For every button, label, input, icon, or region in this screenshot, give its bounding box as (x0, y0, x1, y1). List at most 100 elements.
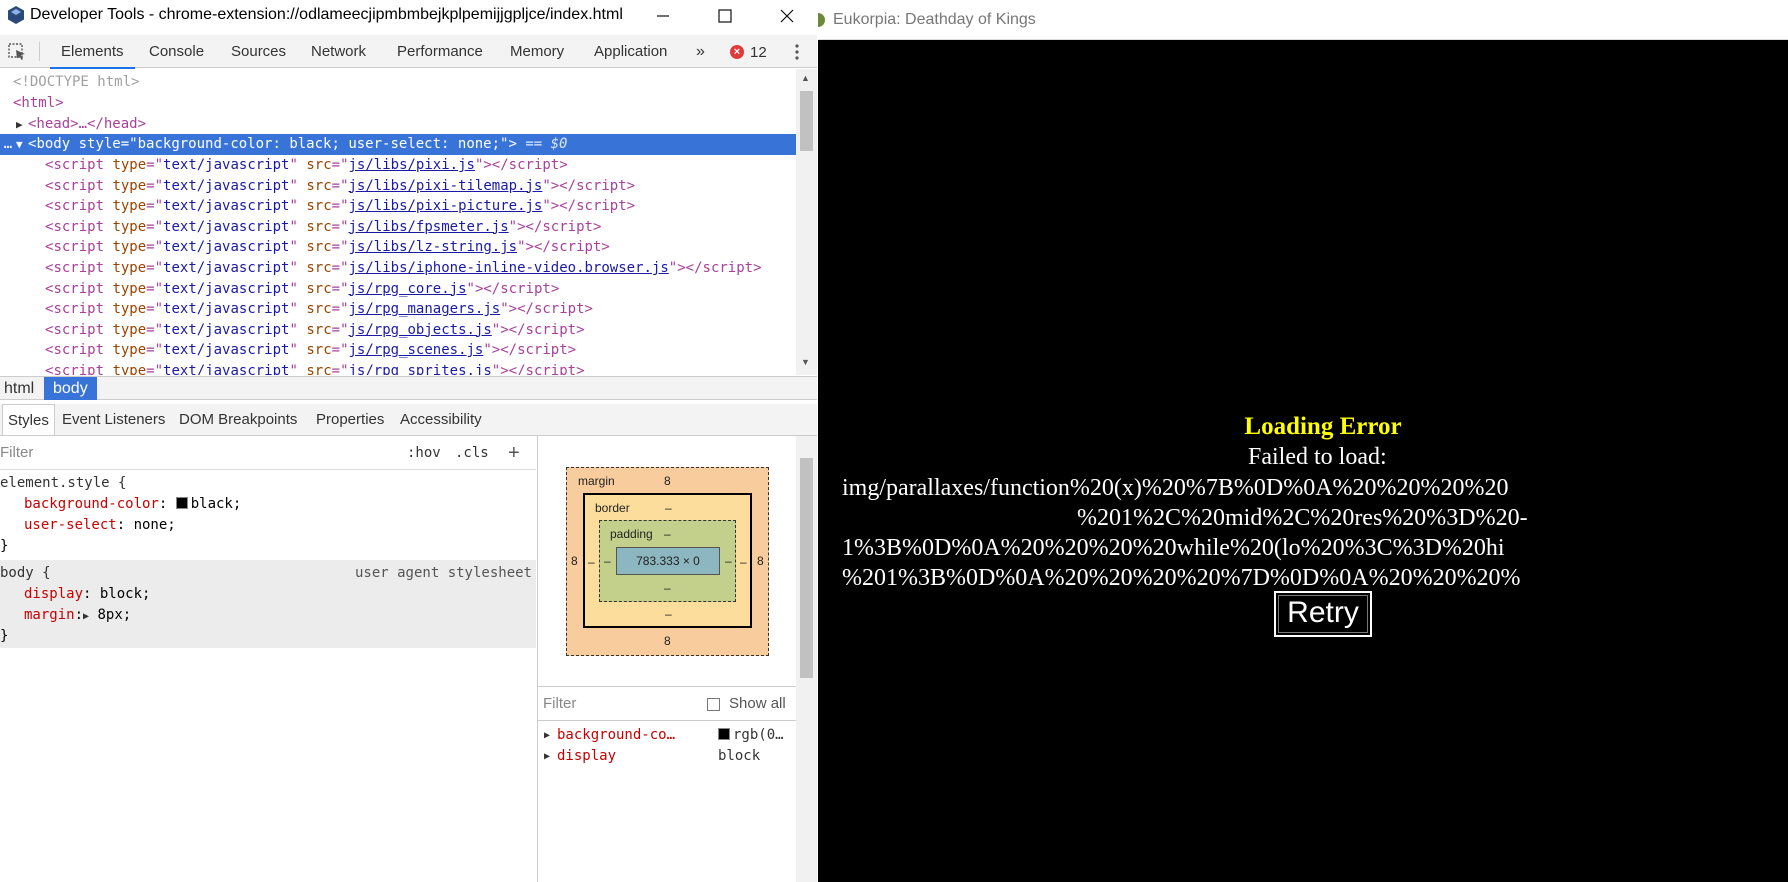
dom-node-html[interactable]: <html> (0, 93, 796, 114)
dom-node-script[interactable]: <script type="text/javascript" src="js/l… (0, 155, 796, 176)
collapse-triangle-icon[interactable]: ▼ (16, 135, 28, 155)
padding-top-value[interactable]: – (664, 527, 671, 541)
kebab-menu-icon[interactable] (790, 43, 804, 61)
tab-application[interactable]: Application (594, 35, 667, 68)
padding-left-value[interactable]: – (604, 554, 611, 568)
tab-event-listeners[interactable]: Event Listeners (62, 404, 165, 435)
border-bottom-value[interactable]: – (665, 607, 672, 621)
retry-button[interactable]: Retry (1274, 591, 1372, 637)
computed-filter-input[interactable]: Filter (543, 695, 576, 712)
box-model-margin[interactable]: margin 8 8 8 8 border – – – – padding – … (566, 467, 769, 656)
color-swatch[interactable] (175, 497, 188, 509)
maximize-icon (718, 8, 732, 23)
script-src-link[interactable]: js/rpg_objects.js (349, 322, 492, 338)
expand-triangle-icon[interactable]: ▶ (544, 725, 550, 746)
expand-triangle-icon[interactable]: ▶ (16, 115, 28, 135)
padding-right-value[interactable]: – (725, 554, 732, 568)
breadcrumb-html[interactable]: html (0, 377, 38, 400)
script-src-link[interactable]: js/libs/pixi.js (349, 157, 475, 173)
tab-elements[interactable]: Elements (50, 35, 134, 69)
node-ellipsis[interactable]: … (0, 134, 16, 154)
expand-shorthand-icon[interactable]: ▶ (83, 611, 89, 622)
cls-toggle-button[interactable]: .cls (455, 441, 489, 465)
tab-network[interactable]: Network (311, 35, 366, 68)
box-model-padding[interactable]: padding – – – – 783.333 × 0 (599, 520, 736, 602)
show-all-checkbox[interactable] (707, 698, 720, 711)
margin-left-value[interactable]: 8 (571, 554, 578, 568)
script-src-link[interactable]: js/libs/iphone-inline-video.browser.js (349, 260, 669, 276)
script-attr-name: type (112, 342, 147, 359)
game-titlebar[interactable]: Eukorpia: Deathday of Kings (818, 0, 1788, 40)
dom-node-script[interactable]: <script type="text/javascript" src="js/r… (0, 361, 796, 375)
element-style-selector[interactable]: element.style { (0, 475, 126, 491)
inspect-element-icon[interactable] (7, 42, 27, 62)
elements-scrollbar[interactable]: ▲ ▼ (796, 69, 817, 375)
new-style-rule-button[interactable]: + (508, 441, 520, 465)
scrollbar-thumb[interactable] (800, 91, 813, 151)
border-left-value[interactable]: – (588, 555, 595, 569)
script-src-link[interactable]: js/rpg_core.js (349, 281, 467, 297)
dom-node-script[interactable]: <script type="text/javascript" src="js/l… (0, 217, 796, 238)
scroll-up-icon[interactable]: ▲ (801, 73, 810, 83)
error-counter[interactable]: × 12 (730, 44, 767, 61)
computed-row[interactable]: ▶ display block (538, 746, 797, 767)
tab-accessibility[interactable]: Accessibility (400, 404, 482, 435)
dom-node-script[interactable]: <script type="text/javascript" src="js/r… (0, 320, 796, 341)
dom-node-script[interactable]: <script type="text/javascript" src="js/l… (0, 196, 796, 217)
attr-quote: " (289, 321, 298, 338)
border-label: border (595, 501, 630, 515)
game-window-title: Eukorpia: Deathday of Kings (833, 11, 1036, 28)
close-button[interactable] (764, 0, 810, 31)
script-src-link[interactable]: js/libs/pixi-picture.js (349, 198, 543, 214)
box-model-border[interactable]: border – – – – padding – – – – 783.333 ×… (583, 493, 752, 628)
expand-triangle-icon[interactable]: ▶ (544, 746, 550, 767)
margin-top-value[interactable]: 8 (664, 474, 671, 488)
head-tag-text: <head>…</head> (28, 116, 147, 132)
dom-node-script[interactable]: <script type="text/javascript" src="js/l… (0, 176, 796, 197)
tab-sources[interactable]: Sources (231, 35, 286, 68)
style-declaration[interactable]: user-select: none; (0, 515, 536, 536)
more-tabs-button[interactable]: » (696, 35, 705, 68)
box-model-content[interactable]: 783.333 × 0 (616, 547, 720, 575)
dom-node-body[interactable]: … ▼ <body style="background-color: black; … (0, 134, 796, 155)
show-all-label[interactable]: Show all (729, 695, 786, 712)
tag-bracket: </ (559, 177, 577, 194)
computed-row[interactable]: ▶ background-co… rgb(0… (538, 725, 797, 746)
computed-scrollbar[interactable] (796, 436, 817, 882)
dom-node-doctype[interactable]: <!DOCTYPE html> (0, 72, 796, 93)
attr-quote: " (289, 218, 298, 235)
tab-styles[interactable]: Styles (2, 404, 55, 435)
dom-node-script[interactable]: <script type="text/javascript" src="js/r… (0, 279, 796, 300)
script-src-link[interactable]: js/libs/lz-string.js (349, 239, 518, 255)
script-src-link[interactable]: js/libs/pixi-tilemap.js (349, 178, 543, 194)
dom-node-script[interactable]: <script type="text/javascript" src="js/l… (0, 258, 796, 279)
dom-node-script[interactable]: <script type="text/javascript" src="js/r… (0, 340, 796, 361)
tab-properties[interactable]: Properties (316, 404, 384, 435)
tab-performance[interactable]: Performance (397, 35, 483, 68)
dom-node-head[interactable]: ▶ <head>…</head> (0, 114, 796, 135)
script-src-link[interactable]: js/libs/fpsmeter.js (349, 219, 509, 235)
tab-dom-breakpoints[interactable]: DOM Breakpoints (179, 404, 297, 435)
minimize-button[interactable] (640, 0, 686, 31)
breadcrumb-body[interactable]: body (44, 377, 97, 400)
tab-console[interactable]: Console (149, 35, 204, 68)
styles-filter-input[interactable]: Filter (0, 441, 33, 465)
attr-quote: "> (491, 321, 509, 338)
margin-right-value[interactable]: 8 (757, 554, 764, 568)
devtools-titlebar[interactable]: Developer Tools - chrome-extension://odl… (0, 0, 817, 31)
hov-toggle-button[interactable]: :hov (407, 441, 441, 465)
maximize-button[interactable] (702, 0, 748, 31)
border-right-value[interactable]: – (740, 555, 747, 569)
dom-node-script[interactable]: <script type="text/javascript" src="js/r… (0, 299, 796, 320)
margin-bottom-value[interactable]: 8 (664, 634, 671, 648)
script-src-link[interactable]: js/rpg_sprites.js (349, 363, 492, 375)
script-src-link[interactable]: js/rpg_managers.js (349, 301, 501, 317)
dom-node-script[interactable]: <script type="text/javascript" src="js/l… (0, 237, 796, 258)
tab-memory[interactable]: Memory (510, 35, 564, 68)
scroll-down-icon[interactable]: ▼ (801, 357, 810, 367)
style-declaration[interactable]: background-color: black; (0, 494, 536, 515)
padding-bottom-value[interactable]: – (664, 581, 671, 595)
scrollbar-thumb[interactable] (800, 458, 813, 678)
border-top-value[interactable]: – (665, 501, 672, 515)
script-src-link[interactable]: js/rpg_scenes.js (349, 342, 484, 358)
